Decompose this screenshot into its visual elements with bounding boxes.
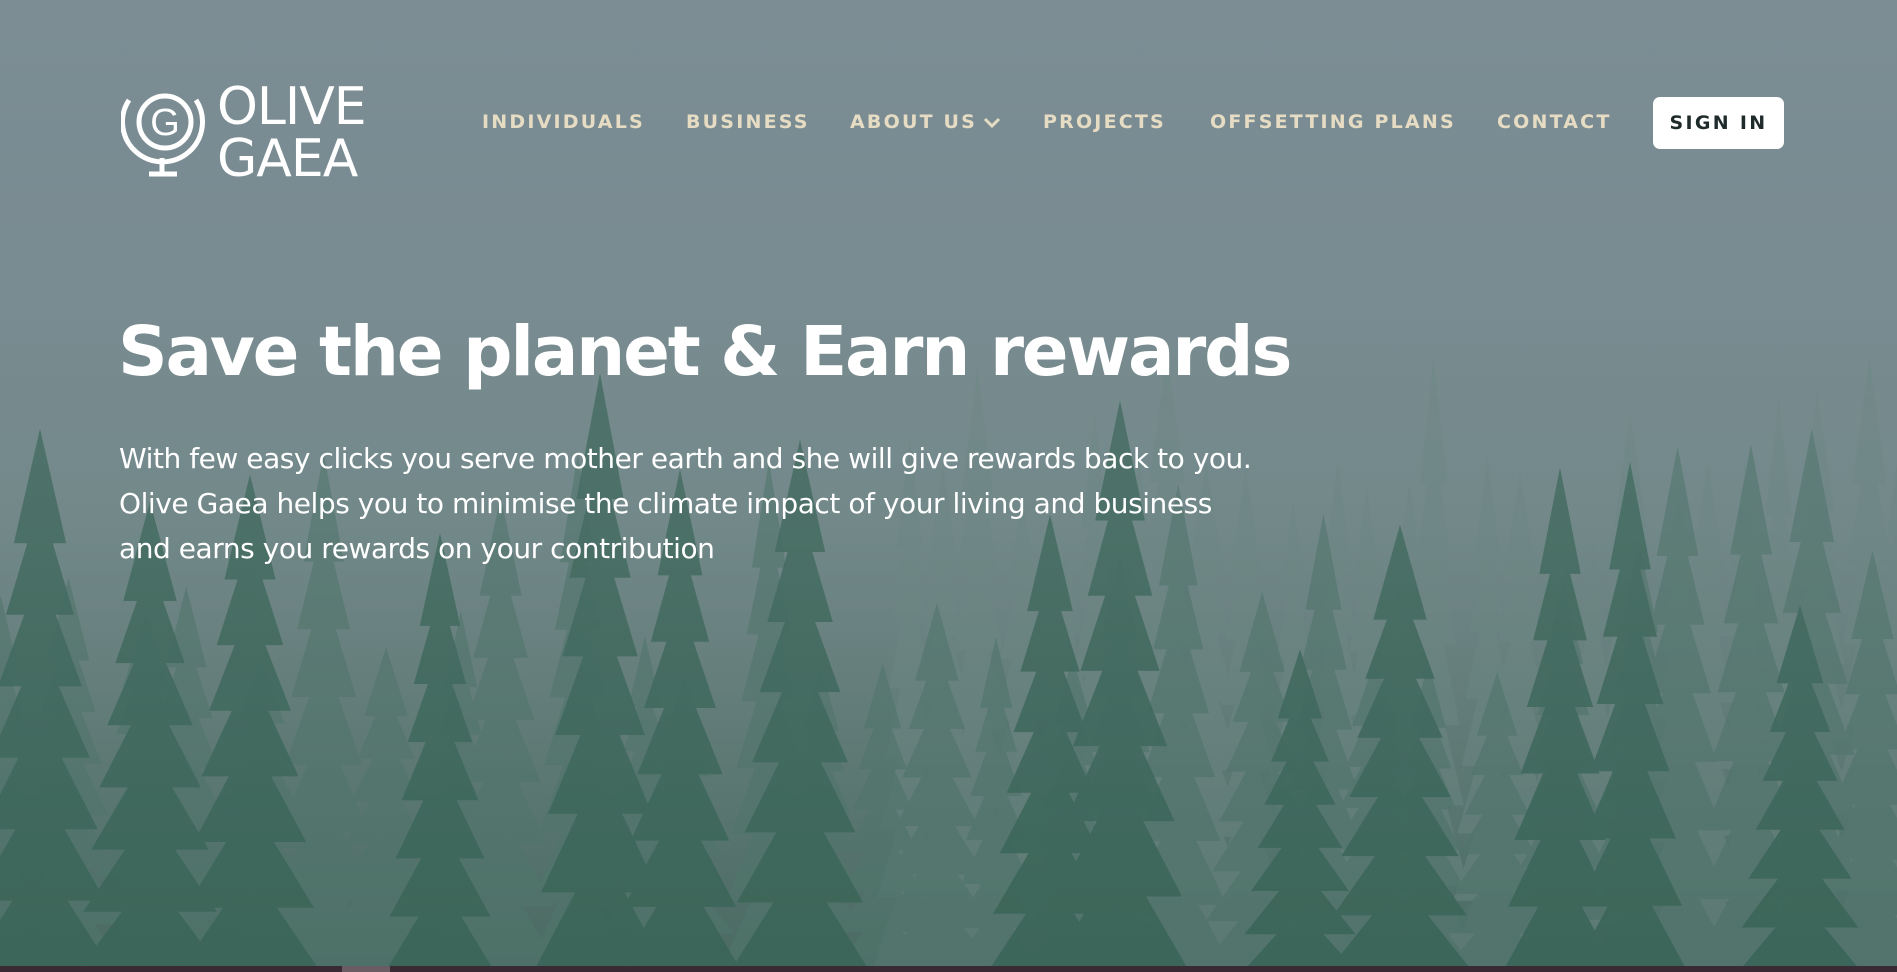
- nav-item-projects[interactable]: PROJECTS: [1043, 111, 1166, 133]
- nav-item-contact[interactable]: CONTACT: [1497, 111, 1612, 133]
- chevron-down-icon: [984, 117, 1001, 128]
- nav-item-individuals[interactable]: INDIVIDUALS: [482, 111, 645, 133]
- bottom-edge-strip: [0, 966, 1897, 972]
- hero-headline: Save the planet & Earn rewards: [118, 312, 1292, 392]
- nav-item-offsetting-plans[interactable]: OFFSETTING PLANS: [1210, 111, 1456, 133]
- sign-in-button[interactable]: SIGN IN: [1653, 97, 1784, 149]
- olive-gaea-logo[interactable]: G OLIVE GAEA: [121, 80, 376, 180]
- hero-subtext: With few easy clicks you serve mother ea…: [119, 442, 1252, 565]
- logo-text-line2: GAEA: [217, 129, 359, 180]
- logo-letter: G: [150, 102, 180, 144]
- nav-item-about-us-label: ABOUT US: [850, 111, 978, 133]
- nav-item-business[interactable]: BUSINESS: [686, 111, 810, 133]
- nav-item-about-us[interactable]: ABOUT US: [850, 111, 1001, 133]
